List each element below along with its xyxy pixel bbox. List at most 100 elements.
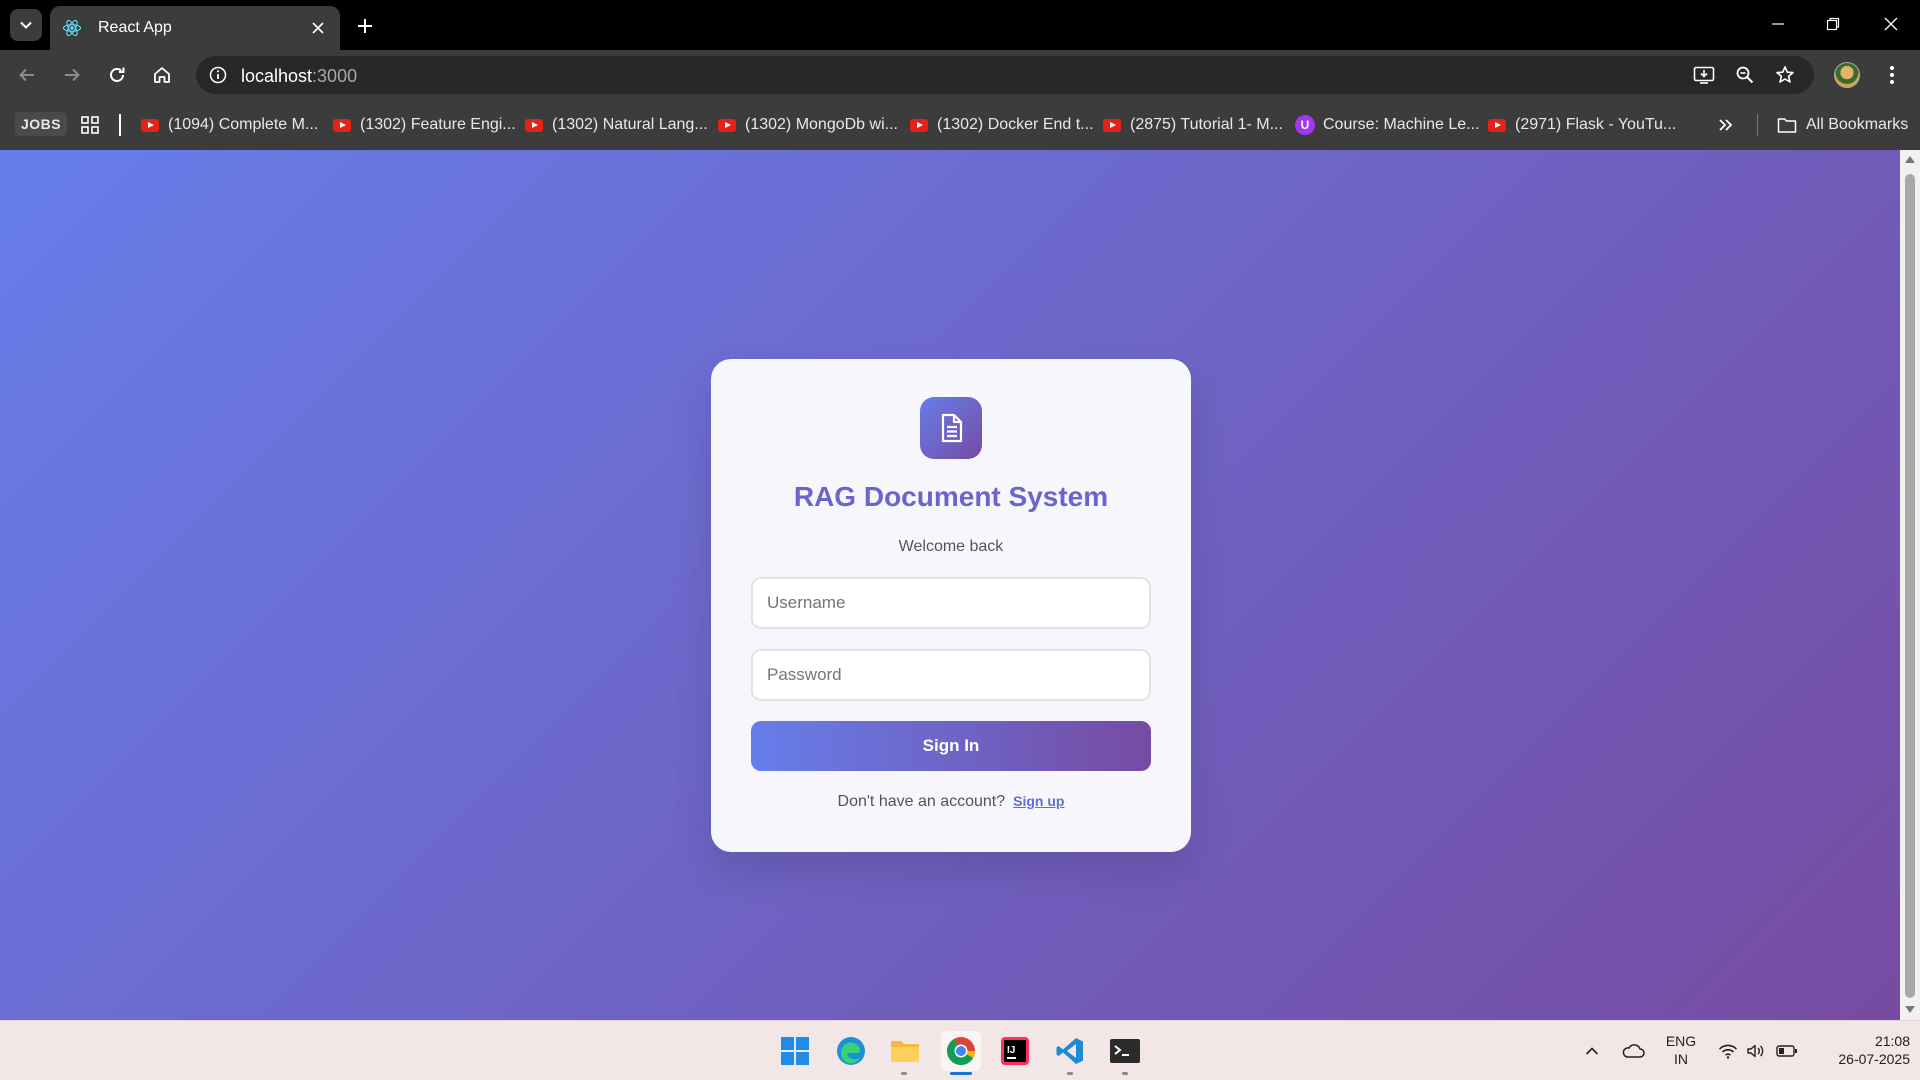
sign-in-button[interactable]: Sign In <box>751 721 1151 771</box>
apps-button[interactable] <box>80 113 100 137</box>
all-bookmarks-button[interactable]: All Bookmarks <box>1777 113 1908 137</box>
new-tab-button[interactable] <box>350 11 380 41</box>
bookmark-item[interactable]: (1094) Complete M... <box>141 113 318 137</box>
file-explorer-taskbar-button[interactable] <box>885 1031 925 1071</box>
tab-search-button[interactable] <box>10 9 42 41</box>
back-button[interactable] <box>11 59 43 91</box>
youtube-icon <box>718 118 736 132</box>
signup-prompt: Don't have an account? Sign up <box>711 793 1191 811</box>
bookmark-star-icon[interactable] <box>1771 61 1799 89</box>
login-card: RAG Document System Welcome back Sign In… <box>711 359 1191 852</box>
profile-avatar[interactable] <box>1834 62 1860 88</box>
active-indicator <box>950 1072 972 1075</box>
battery-icon <box>1776 1045 1797 1057</box>
volume-button[interactable] <box>1744 1021 1768 1080</box>
url-text[interactable]: localhost:3000 <box>241 66 357 87</box>
reload-button[interactable] <box>101 59 133 91</box>
more-vertical-icon <box>1890 66 1894 84</box>
bookmark-label: (1302) Docker End t... <box>937 116 1094 133</box>
system-clock[interactable]: 21:08 26-07-2025 <box>1810 1032 1910 1068</box>
signup-prompt-text: Don't have an account? <box>837 793 1006 810</box>
onedrive-button[interactable] <box>1618 1021 1648 1080</box>
bookmark-label: (1302) Natural Lang... <box>552 116 708 133</box>
bookmark-item[interactable]: (1302) MongoDb wi... <box>718 113 898 137</box>
install-app-icon[interactable] <box>1690 61 1718 89</box>
windows-logo-icon <box>781 1037 809 1065</box>
clock-date: 26-07-2025 <box>1838 1051 1910 1067</box>
username-input[interactable] <box>751 577 1151 629</box>
bookmark-jobs[interactable]: JOBS <box>15 112 68 136</box>
youtube-icon <box>1488 118 1506 132</box>
edge-taskbar-button[interactable] <box>831 1031 871 1071</box>
forward-button[interactable] <box>56 59 88 91</box>
bookmark-item[interactable]: (1302) Docker End t... <box>910 113 1094 137</box>
show-hidden-icons-button[interactable] <box>1580 1021 1604 1080</box>
scroll-down-arrow[interactable] <box>1905 1006 1915 1013</box>
zoom-icon[interactable] <box>1731 61 1759 89</box>
arrow-left-icon <box>19 68 34 82</box>
wifi-button[interactable] <box>1716 1021 1740 1080</box>
browser-menu-button[interactable] <box>1876 59 1908 91</box>
bookmark-label: (1094) Complete M... <box>168 116 319 133</box>
sign-up-link[interactable]: Sign up <box>1013 793 1064 809</box>
chrome-taskbar-button[interactable] <box>941 1031 981 1071</box>
plus-icon <box>358 19 372 33</box>
bookmark-item[interactable]: (1302) Feature Engi... <box>333 113 516 137</box>
home-button[interactable] <box>146 59 178 91</box>
browser-toolbar: localhost:3000 <box>0 50 1920 100</box>
scrollbar-thumb[interactable] <box>1905 174 1915 998</box>
cloud-icon <box>1622 1044 1645 1058</box>
bookmark-item[interactable]: U Course: Machine Le... <box>1295 113 1480 137</box>
edge-icon <box>837 1037 865 1065</box>
bookmark-item[interactable]: (2875) Tutorial 1- M... <box>1103 113 1283 137</box>
windows-taskbar: IJ ENG IN 21:08 26-07-2025 <box>0 1020 1920 1080</box>
language-indicator[interactable]: ENG IN <box>1660 1032 1702 1068</box>
page-viewport: RAG Document System Welcome back Sign In… <box>0 150 1900 1020</box>
reload-icon <box>110 67 125 82</box>
vscode-taskbar-button[interactable] <box>1050 1031 1090 1071</box>
all-bookmarks-label: All Bookmarks <box>1806 116 1909 133</box>
chevron-up-icon <box>1585 1047 1599 1055</box>
bookmark-divider <box>119 114 121 136</box>
double-chevron-right-icon <box>1719 119 1733 131</box>
address-bar[interactable]: localhost:3000 <box>196 56 1814 94</box>
close-window-button[interactable] <box>1868 6 1914 42</box>
site-info-icon[interactable] <box>204 61 232 89</box>
bookmark-divider <box>1757 114 1758 136</box>
terminal-taskbar-button[interactable] <box>1105 1031 1145 1071</box>
restore-icon <box>1826 17 1840 31</box>
document-icon <box>941 413 963 443</box>
close-icon <box>1884 17 1898 31</box>
page-scrollbar[interactable] <box>1900 150 1920 1020</box>
bookmark-item[interactable]: (1302) Natural Lang... <box>525 113 708 137</box>
vscode-icon <box>1056 1038 1083 1064</box>
page-subtitle: Welcome back <box>898 538 1004 555</box>
intellij-taskbar-button[interactable]: IJ <box>995 1031 1035 1071</box>
restore-button[interactable] <box>1810 6 1856 42</box>
bookmark-label: (2971) Flask - YouTu... <box>1515 116 1677 133</box>
youtube-icon <box>1103 118 1121 132</box>
language-code: ENG <box>1665 1033 1697 1049</box>
folder-icon <box>891 1041 919 1062</box>
battery-button[interactable] <box>1774 1021 1800 1080</box>
password-input[interactable] <box>751 649 1151 701</box>
speaker-icon <box>1747 1044 1764 1058</box>
home-icon <box>154 67 170 83</box>
close-tab-icon[interactable] <box>306 16 330 40</box>
react-icon <box>62 18 82 38</box>
page-title: RAG Document System <box>793 481 1109 512</box>
bookmark-label: Course: Machine Le... <box>1323 116 1480 133</box>
scroll-up-arrow[interactable] <box>1905 156 1915 163</box>
minimize-icon <box>1772 23 1784 25</box>
bookmark-item[interactable]: (2971) Flask - YouTu... <box>1488 113 1676 137</box>
start-button[interactable] <box>775 1031 815 1071</box>
url-port: :3000 <box>312 66 358 86</box>
running-indicator <box>1122 1072 1128 1075</box>
tab-react-app[interactable]: React App <box>50 6 340 50</box>
more-bookmarks-button[interactable] <box>1718 113 1734 137</box>
bookmark-label: (2875) Tutorial 1- M... <box>1130 116 1283 133</box>
youtube-icon <box>333 118 351 132</box>
minimize-button[interactable] <box>1755 6 1801 42</box>
running-indicator <box>1067 1072 1073 1075</box>
udemy-icon: U <box>1295 115 1315 135</box>
